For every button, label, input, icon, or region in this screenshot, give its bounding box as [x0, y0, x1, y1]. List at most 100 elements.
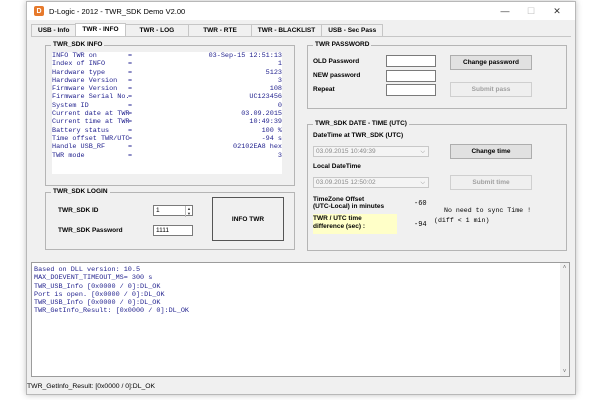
- info-row-value: 0: [277, 101, 282, 110]
- maximize-button[interactable]: ☐: [518, 2, 544, 20]
- info-row-label: Firmware Version: [52, 85, 118, 94]
- twr-datetime-combo[interactable]: 03.09.2015 10:49:39 ⌵: [313, 146, 429, 157]
- info-row-label: Firmware Serial No.: [52, 93, 130, 102]
- app-window: D D-Logic - 2012 - TWR_SDK Demo V2.00 — …: [26, 1, 576, 395]
- info-row-equals: =: [128, 76, 133, 85]
- info-row: Current date at TWR = 03.09.2015: [52, 110, 282, 118]
- info-row-label: Current date at TWR: [52, 110, 130, 119]
- new-password-field[interactable]: [386, 70, 436, 82]
- info-row-label: INFO TWR on: [52, 52, 97, 60]
- info-row-equals: =: [128, 93, 133, 102]
- status-bar: TWR_GetInfo_Result: [0x0000 / 0]:DL_OK: [27, 380, 575, 394]
- info-row-value: 03.09.2015: [241, 110, 282, 119]
- local-datetime-label: Local DateTime: [313, 163, 361, 170]
- log-line: MAX_DOEVENT_TIMEOUT_MS= 300 s: [34, 274, 153, 283]
- info-row-label: Hardware Version: [52, 76, 118, 85]
- log-line: TWR_GetInfo_Result: [0x0000 / 0]:DL_OK: [34, 307, 189, 316]
- change-password-button[interactable]: Change password: [450, 55, 532, 70]
- info-row-equals: =: [128, 68, 133, 77]
- sdk-password-label: TWR_SDK Password: [58, 227, 123, 234]
- log-line: Based on DLL version: 10.5: [34, 266, 141, 274]
- change-time-button[interactable]: Change time: [450, 144, 532, 159]
- time-diff-label-2: difference (sec) :: [313, 223, 366, 230]
- chevron-down-icon: ⌵: [420, 149, 425, 155]
- close-button[interactable]: ✕: [544, 2, 570, 20]
- info-row-equals: =: [128, 126, 133, 135]
- sdk-id-label: TWR_SDK ID: [58, 207, 99, 214]
- log-scrollbar[interactable]: ˄ ˅: [560, 263, 569, 376]
- twr-password-legend: TWR PASSWORD: [313, 41, 372, 48]
- info-row-equals: =: [128, 101, 133, 110]
- title-bar: D D-Logic - 2012 - TWR_SDK Demo V2.00 — …: [27, 2, 575, 20]
- tab-twr-blacklist[interactable]: TWR - BLACKLIST: [250, 24, 323, 36]
- info-row-value: 10:49:39: [249, 118, 282, 127]
- new-password-label: NEW password: [313, 72, 361, 79]
- info-row: Hardware type = 5123: [52, 69, 282, 77]
- info-row: Current time at TWR = 10:49:39: [52, 118, 282, 126]
- twr-datetime-value: 03.09.2015 10:49:39: [316, 148, 376, 155]
- info-row-equals: =: [128, 143, 133, 152]
- chevron-down-icon: ⌵: [420, 180, 425, 186]
- info-row-label: Index of INFO: [52, 60, 106, 69]
- info-row-value: 108: [269, 85, 282, 94]
- log-textarea[interactable]: Based on DLL version: 10.5 MAX_DOEVENT_TI…: [31, 262, 570, 377]
- log-line: Port is open. [0x0000 / 0]:DL_OK: [34, 290, 165, 299]
- tab-panel-twr-info: TWR_SDK INFO INFO TWR on = 03-Sep-15 12:51…: [31, 36, 571, 255]
- sdk-id-stepper[interactable]: 1 ▲ ▼: [153, 205, 193, 217]
- info-row-value: UC123456: [249, 93, 282, 102]
- info-row: Time offset TWR/UTC = -94 s: [52, 135, 282, 143]
- local-datetime-value: 03.09.2015 12:50:02: [316, 179, 376, 186]
- sdk-password-field[interactable]: 1111: [153, 225, 193, 236]
- sdk-password-value: 1111: [156, 227, 170, 234]
- sdk-info-group: TWR_SDK INFO INFO TWR on = 03-Sep-15 12:51…: [45, 41, 295, 186]
- submit-time-button[interactable]: Submit time: [450, 175, 532, 190]
- tab-twr-rte[interactable]: TWR - RTE: [188, 24, 252, 36]
- info-row-label: Current time at TWR: [52, 118, 130, 127]
- log-lines: Based on DLL version: 10.5 MAX_DOEVENT_TI…: [34, 266, 189, 316]
- spin-arrows-icon[interactable]: ▲ ▼: [185, 206, 192, 217]
- info-row-equals: =: [128, 151, 133, 160]
- info-row-value: -94 s: [261, 134, 282, 143]
- info-row: Hardware Version = 3: [52, 77, 282, 85]
- info-row-label: TWR mode: [52, 151, 85, 160]
- info-row-value: 100 %: [261, 126, 282, 135]
- datetime-group: TWR_SDK DATE - TIME (UTC) DateTime at TW…: [307, 120, 567, 251]
- tab-twr-log[interactable]: TWR - LOG: [124, 24, 190, 36]
- repeat-password-label: Repeat: [313, 86, 335, 93]
- info-row-label: Handle USB_RF: [52, 143, 106, 152]
- info-row: Firmware Serial No. = UC123456: [52, 93, 282, 101]
- time-diff-value: -94: [414, 221, 427, 229]
- info-row: System ID = 0: [52, 102, 282, 110]
- info-row-label: Hardware type: [52, 68, 106, 77]
- info-row-value: 3: [277, 76, 282, 85]
- info-row: Battery status = 100 %: [52, 127, 282, 135]
- tab-twr-info[interactable]: TWR - INFO: [75, 23, 126, 36]
- repeat-password-field[interactable]: [386, 84, 436, 96]
- info-row-value: 5123: [265, 68, 282, 77]
- timezone-label-1: TimeZone Offset: [313, 196, 365, 203]
- info-row-label: Battery status: [52, 126, 110, 135]
- twr-datetime-label: DateTime at TWR_SDK (UTC): [313, 132, 404, 139]
- info-twr-button[interactable]: INFO TWR: [212, 197, 284, 241]
- local-datetime-combo[interactable]: 03.09.2015 12:50:02 ⌵: [313, 177, 429, 188]
- minimize-button[interactable]: —: [492, 2, 518, 20]
- info-row-value: 02102EA8 hex: [233, 143, 282, 152]
- info-row: Handle USB_RF = 02102EA8 hex: [52, 143, 282, 151]
- info-row-value: 3: [277, 151, 282, 160]
- tab-usb-info[interactable]: USB - Info: [31, 24, 77, 36]
- scroll-up-icon[interactable]: ˄: [560, 263, 569, 272]
- scroll-down-icon[interactable]: ˅: [560, 367, 569, 376]
- tab-bar: USB - Info TWR - INFO TWR - LOG TWR - RT…: [31, 23, 384, 36]
- old-password-field[interactable]: [386, 55, 436, 67]
- info-row-equals: =: [128, 118, 133, 127]
- sync-message-1: No need to sync Time !: [444, 207, 532, 214]
- twr-password-group: TWR PASSWORD OLD Password NEW password R…: [307, 41, 567, 109]
- app-logo-icon: D: [34, 6, 44, 16]
- submit-pass-button[interactable]: Submit pass: [450, 82, 532, 97]
- sdk-login-legend: TWR_SDK LOGIN: [51, 188, 110, 195]
- info-row: Index of INFO = 1: [52, 60, 282, 68]
- timezone-label-2: (UTC-Local) in minutes: [313, 203, 385, 210]
- old-password-label: OLD Password: [313, 58, 360, 65]
- tab-usb-sec-pass[interactable]: USB - Sec Pass: [321, 24, 384, 36]
- time-diff-label-1: TWR / UTC time: [313, 215, 362, 222]
